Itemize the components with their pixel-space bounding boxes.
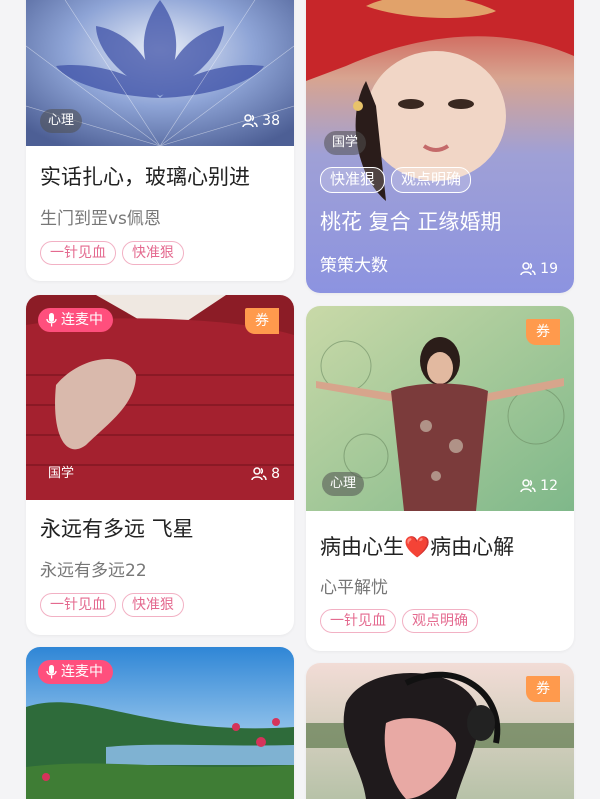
card-4-viewer-count: 12 (520, 476, 558, 496)
card-2-category-tag: 国学 (324, 131, 367, 155)
card-1-title: 实话扎心，玻璃心别进 (40, 165, 250, 189)
card-1-category-tag: 心理 (40, 109, 83, 133)
card-4-title: 病由心生❤️病由心解 (320, 531, 514, 561)
people-icon (242, 113, 258, 129)
card-5-live-badge: 连麦中 (38, 660, 113, 684)
card-4-coupon-badge: 券 (526, 319, 560, 345)
card-2-title: 桃花 复合 正缘婚期 (320, 210, 502, 234)
people-icon (520, 261, 536, 277)
card-4-category-tag: 心理 (322, 472, 365, 496)
card-4-tags: 一针见血 观点明确 (320, 609, 478, 633)
card-3-viewer-count: 8 (251, 464, 280, 484)
card-4-tag-1: 一针见血 (320, 609, 396, 633)
card-3-tag-2: 快准狠 (122, 593, 184, 617)
card-2-subtitle: 策策大数 (320, 256, 388, 276)
room-card-6[interactable]: 券 (306, 663, 574, 799)
card-2-tags: 快准狠 观点明确 (320, 167, 472, 193)
people-icon (520, 478, 536, 494)
card-6-coupon-badge: 券 (526, 676, 560, 702)
card-4-count-text: 12 (540, 478, 558, 494)
card-3-category-tag: 国学 (48, 466, 75, 481)
card-3-tag-1: 一针见血 (40, 593, 116, 617)
mic-icon (46, 665, 57, 679)
card-1-count-text: 38 (262, 113, 280, 129)
room-card-2[interactable]: 国学 快准狠 观点明确 桃花 复合 正缘婚期 策策大数 19 (306, 0, 574, 293)
people-icon (251, 466, 267, 482)
card-3-count-text: 8 (271, 466, 280, 482)
card-1-viewer-count: 38 (242, 111, 280, 131)
mic-icon (46, 313, 57, 327)
card-4-title-part-2: 病由心解 (430, 535, 515, 559)
room-card-3[interactable]: 连麦中 券 国学 8 永远有多远 飞星 永远有多远22 一针见血 快准狠 (26, 295, 294, 635)
heart-icon: ❤️ (404, 535, 431, 559)
card-5-live-text: 连麦中 (61, 664, 103, 680)
card-2-tag-1: 快准狠 (320, 167, 386, 193)
card-1-tag-2: 快准狠 (122, 241, 184, 265)
card-3-tags: 一针见血 快准狠 (40, 593, 184, 617)
card-2-count-text: 19 (540, 261, 558, 277)
card-4-title-part-1: 病由心生 (320, 535, 404, 559)
card-3-coupon-badge: 券 (245, 308, 279, 334)
card-3-subtitle: 永远有多远22 (40, 561, 147, 581)
card-1-subtitle: 生门到罡vs佩恩 (40, 209, 161, 229)
card-3-live-text: 连麦中 (61, 312, 103, 328)
card-4-subtitle: 心平解忧 (320, 578, 388, 598)
room-card-1[interactable]: 心理 38 实话扎心，玻璃心别进 生门到罡vs佩恩 一针见血 快准狠 (26, 0, 294, 281)
room-card-4[interactable]: 券 心理 12 病由心生❤️病由心解 心平解忧 一针见血 观点明确 (306, 306, 574, 651)
card-1-tags: 一针见血 快准狠 (40, 241, 184, 265)
card-2-viewer-count: 19 (520, 259, 558, 279)
card-1-tag-1: 一针见血 (40, 241, 116, 265)
room-card-5[interactable]: 连麦中 (26, 647, 294, 799)
card-4-tag-2: 观点明确 (402, 609, 478, 633)
card-3-live-badge: 连麦中 (38, 308, 113, 332)
card-2-tag-2: 观点明确 (391, 167, 472, 193)
card-3-title: 永远有多远 飞星 (40, 517, 194, 541)
